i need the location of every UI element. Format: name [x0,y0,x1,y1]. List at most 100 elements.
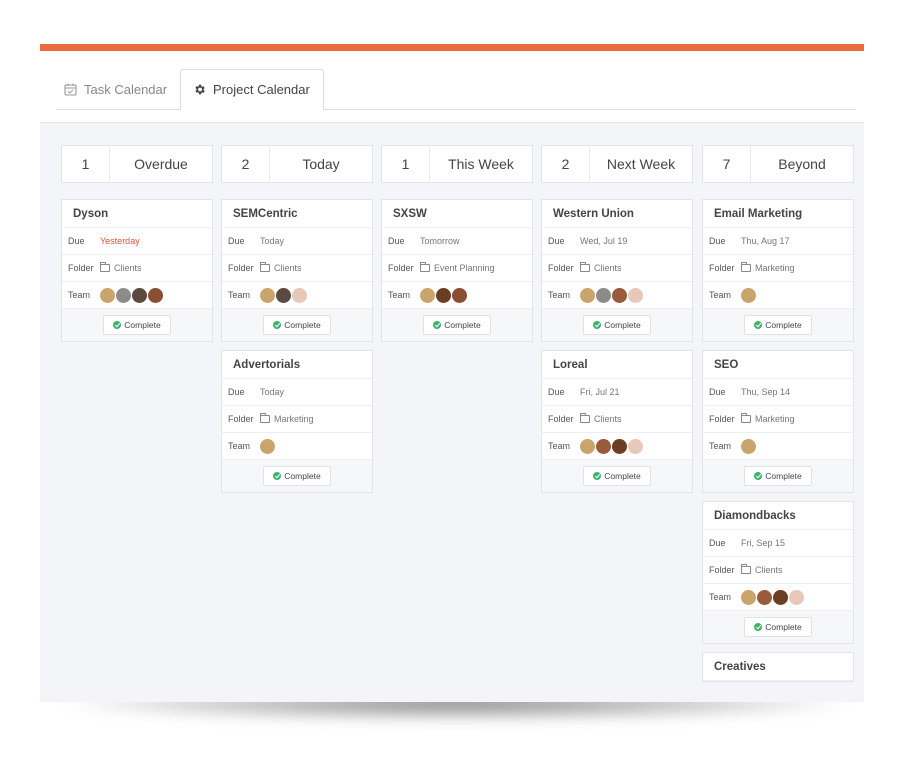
due-label: Due [709,538,726,548]
project-title[interactable]: Advertorials [222,351,372,379]
check-circle-icon [273,321,282,329]
tab-project-calendar[interactable]: Project Calendar [180,69,324,110]
folder-value[interactable]: Clients [580,262,692,273]
due-value: Tomorrow [420,236,460,246]
folder-icon [100,262,110,272]
project-card[interactable]: Diamondbacks Due Fri, Sep 15 Folder Clients T… [702,501,854,644]
team-avatar[interactable] [741,287,756,303]
folder-icon [741,262,751,272]
team-label: Team [709,592,732,602]
folder-value[interactable]: Clients [741,564,853,575]
project-card[interactable]: Advertorials Due Today Folder Marketing Team C… [221,350,373,493]
due-value: Fri, Sep 15 [741,538,786,548]
folder-row: Folder Clients [703,557,853,584]
team-avatar[interactable] [148,287,163,303]
complete-button[interactable]: Complete [744,315,812,335]
team-avatar[interactable] [436,287,451,303]
team-avatar[interactable] [596,438,611,454]
complete-button[interactable]: Complete [583,315,651,335]
project-title[interactable]: Loreal [542,351,692,379]
project-title[interactable]: Western Union [542,200,692,228]
card-footer: Complete [703,309,853,341]
folder-icon [260,262,270,272]
folder-name: Event Planning [434,263,495,273]
folder-value[interactable]: Clients [580,413,692,424]
complete-button[interactable]: Complete [263,466,331,486]
folder-row: Folder Clients [62,255,212,282]
project-card[interactable]: Loreal Due Fri, Jul 21 Folder Clients Team Com… [541,350,693,493]
team-avatar[interactable] [741,438,756,454]
team-avatar[interactable] [292,287,307,303]
project-title[interactable]: SXSW [382,200,532,228]
due-value: Fri, Jul 21 [580,387,620,397]
team-avatar[interactable] [741,589,756,605]
complete-button[interactable]: Complete [744,466,812,486]
team-avatar[interactable] [420,287,435,303]
folder-icon [741,413,751,423]
folder-value[interactable]: Clients [260,262,372,273]
project-title[interactable]: Creatives [703,653,853,681]
complete-button-label: Complete [284,471,321,481]
column-header[interactable]: 7 Beyond [702,145,854,183]
project-card[interactable]: Creatives [702,652,854,682]
folder-icon [580,262,590,272]
column-header[interactable]: 1 Overdue [61,145,213,183]
folder-value[interactable]: Marketing [741,413,853,424]
folder-value[interactable]: Marketing [741,262,853,273]
team-avatar[interactable] [580,287,595,303]
complete-button[interactable]: Complete [583,466,651,486]
folder-value[interactable]: Marketing [260,413,372,424]
project-card[interactable]: Dyson Due Yesterday Folder Clients Team Comple… [61,199,213,342]
team-avatar[interactable] [260,438,275,454]
column-header[interactable]: 2 Today [221,145,373,183]
folder-value[interactable]: Event Planning [420,262,532,273]
team-avatar[interactable] [612,438,627,454]
team-avatar[interactable] [773,589,788,605]
complete-button[interactable]: Complete [263,315,331,335]
team-avatars [580,287,692,303]
complete-button-label: Complete [124,320,161,330]
project-title[interactable]: Diamondbacks [703,502,853,530]
column-label: Next Week [606,156,676,172]
team-avatar[interactable] [580,438,595,454]
folder-label: Folder [548,414,574,424]
project-title[interactable]: SEMCentric [222,200,372,228]
project-card[interactable]: Western Union Due Wed, Jul 19 Folder Clients… [541,199,693,342]
card-footer: Complete [222,309,372,341]
project-card[interactable]: SEMCentric Due Today Folder Clients Team Compl… [221,199,373,342]
column-header[interactable]: 2 Next Week [541,145,693,183]
check-circle-icon [754,623,763,631]
team-avatar[interactable] [276,287,291,303]
due-label: Due [709,387,726,397]
card-footer: Complete [382,309,532,341]
project-title[interactable]: SEO [703,351,853,379]
team-avatar[interactable] [100,287,115,303]
column-count: 7 [703,146,751,182]
tab-task-calendar[interactable]: Task Calendar [64,69,167,110]
team-avatar[interactable] [116,287,131,303]
project-title[interactable]: Email Marketing [703,200,853,228]
team-avatar[interactable] [612,287,627,303]
project-card[interactable]: Email Marketing Due Thu, Aug 17 Folder Marke… [702,199,854,342]
project-card[interactable]: SEO Due Thu, Sep 14 Folder Marketing Team Comp… [702,350,854,493]
project-title[interactable]: Dyson [62,200,212,228]
complete-button[interactable]: Complete [103,315,171,335]
due-label: Due [548,236,565,246]
team-avatar[interactable] [757,589,772,605]
project-card[interactable]: SXSW Due Tomorrow Folder Event Planning Team C… [381,199,533,342]
folder-name: Clients [114,263,142,273]
team-avatar[interactable] [452,287,467,303]
column-header[interactable]: 1 This Week [381,145,533,183]
accent-bar [40,44,864,51]
complete-button[interactable]: Complete [423,315,491,335]
due-label: Due [228,236,245,246]
team-avatar[interactable] [628,438,643,454]
complete-button[interactable]: Complete [744,617,812,637]
team-avatar[interactable] [132,287,147,303]
team-avatar[interactable] [628,287,643,303]
folder-value[interactable]: Clients [100,262,212,273]
team-avatar[interactable] [789,589,804,605]
complete-button-label: Complete [765,622,802,632]
team-avatar[interactable] [596,287,611,303]
team-avatar[interactable] [260,287,275,303]
